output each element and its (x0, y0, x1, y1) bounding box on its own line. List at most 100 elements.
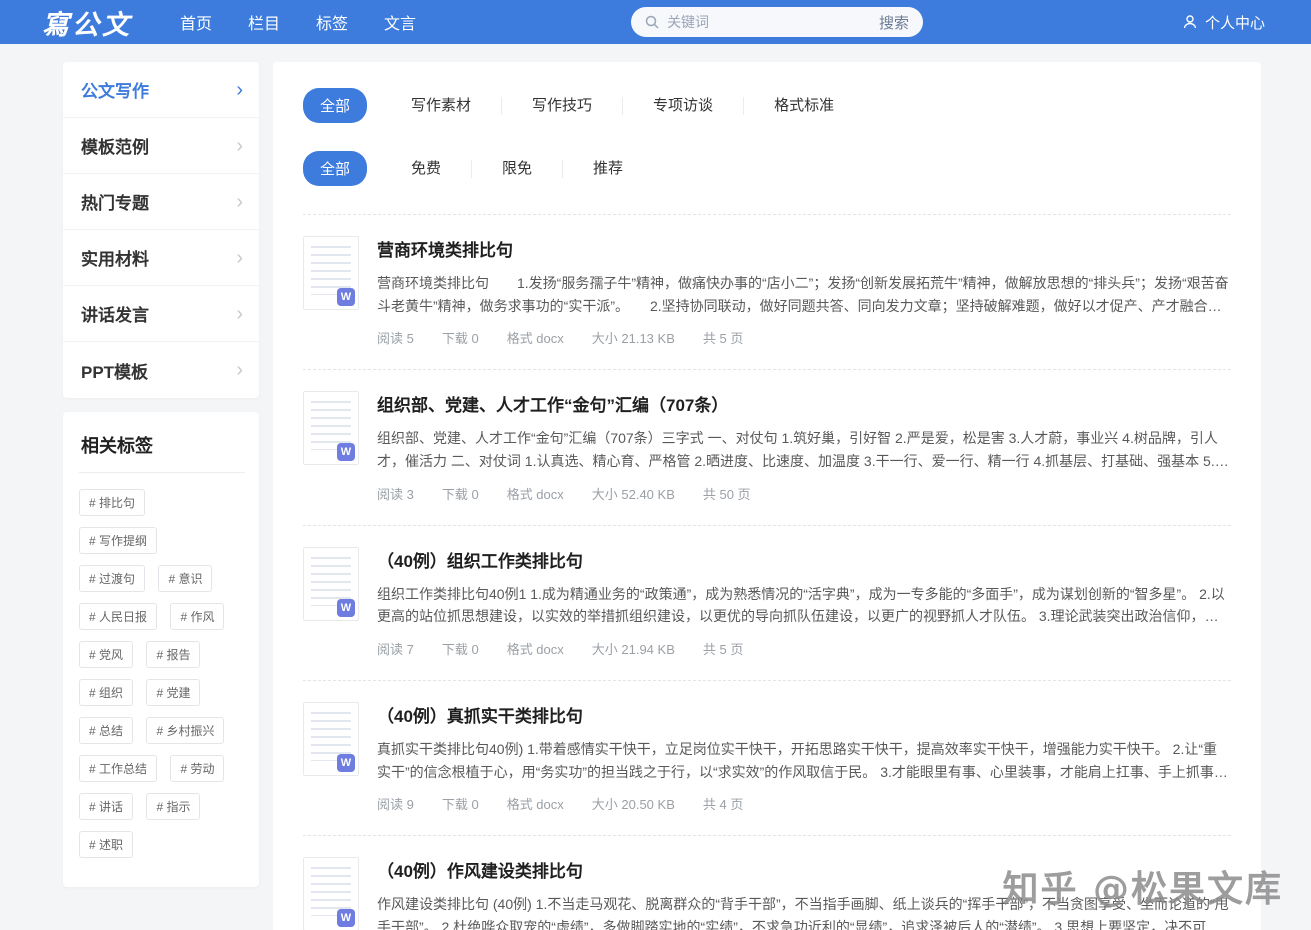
sidebar-item-label: 讲话发言 (81, 306, 149, 325)
sidebar-menu-card: 公文写作 › 模板范例 › 热门专题 › 实用材料 › 讲话发言 › PPT模板… (63, 62, 259, 398)
article-item[interactable]: W （40例）真抓实干类排比句 真抓实干类排比句40例) 1.带着感情实干快干，… (303, 680, 1231, 835)
tag-chip[interactable]: # 党建 (146, 679, 201, 706)
sidebar-item-hot-topics[interactable]: 热门专题 › (63, 174, 259, 230)
filter-category-special-interviews[interactable]: 专项访谈 (622, 96, 743, 115)
sidebar-item-ppt-templates[interactable]: PPT模板 › (63, 342, 259, 398)
related-tags-card: 相关标签 # 排比句 # 写作提纲 # 过渡句 # 意识 # 人民日报 # 作风… (63, 412, 259, 887)
tag-chip[interactable]: # 党风 (79, 641, 134, 668)
meta-downloads: 下载 0 (441, 486, 479, 502)
meta-downloads: 下载 0 (441, 331, 479, 347)
meta-pages: 共 5 页 (702, 331, 744, 347)
chevron-right-icon: › (236, 78, 243, 101)
word-doc-icon: W (337, 443, 355, 462)
article-title[interactable]: 组织部、党建、人才工作“金句”汇编（707条） (377, 391, 1231, 416)
chevron-right-icon: › (236, 246, 243, 269)
article-meta: 阅读 5 下载 0 格式 docx 大小 21.13 KB 共 5 页 (377, 328, 1231, 347)
sidebar-item-practical-materials[interactable]: 实用材料 › (63, 230, 259, 286)
chevron-right-icon: › (236, 134, 243, 157)
doc-thumbnail: W (303, 546, 359, 621)
article-item[interactable]: W （40例）组织工作类排比句 组织工作类排比句40例1 1.成为精通业务的“政… (303, 524, 1231, 680)
tag-chip[interactable]: # 乡村振兴 (146, 717, 225, 744)
article-item[interactable]: W （40例）作风建设类排比句 作风建设类排比句 (40例) 1.不当走马观花、… (303, 835, 1231, 930)
primary-nav: 首页 栏目 标签 文言 (180, 10, 416, 34)
article-meta: 阅读 9 下载 0 格式 docx 大小 20.50 KB 共 4 页 (377, 794, 1231, 813)
meta-reads: 阅读 3 (377, 486, 414, 502)
search-button[interactable]: 搜索 (879, 12, 909, 33)
word-doc-icon: W (337, 288, 355, 306)
filter-type-limited-free[interactable]: 限免 (471, 159, 562, 178)
filter-category-writing-materials[interactable]: 写作素材 (381, 97, 501, 115)
tag-chip[interactable]: # 工作总结 (79, 755, 158, 782)
meta-size: 大小 21.13 KB (591, 331, 675, 347)
tag-chip[interactable]: # 报告 (146, 641, 201, 668)
search-input[interactable] (667, 14, 880, 30)
article-body: （40例）真抓实干类排比句 真抓实干类排比句40例) 1.带着感情实干快干，立足… (377, 702, 1231, 813)
article-excerpt: 组织部、党建、人才工作“金句”汇编（707条）三字式 一、对仗句 1.筑好巢，引… (377, 430, 1229, 470)
search-icon (645, 15, 659, 29)
meta-format: 格式 docx (506, 797, 564, 813)
tag-chip[interactable]: # 排比句 (79, 489, 146, 516)
site-logo[interactable]: 寫公文 (42, 3, 132, 42)
article-body: 营商环境类排比句 营商环境类排比句 1.发扬“服务孺子牛”精神，做痛快办事的“店… (377, 236, 1231, 347)
sidebar-item-templates[interactable]: 模板范例 › (63, 118, 259, 174)
filter-category-all[interactable]: 全部 (303, 88, 368, 123)
related-tags-title: 相关标签 (79, 426, 245, 473)
search-box[interactable]: 搜索 (631, 7, 924, 37)
tag-chip[interactable]: # 写作提纲 (79, 527, 158, 554)
tag-chip[interactable]: # 过渡句 (79, 565, 146, 592)
article-title[interactable]: 营商环境类排比句 (377, 236, 1231, 261)
article-excerpt: 作风建设类排比句 (40例) 1.不当走马观花、脱离群众的“背手干部”，不当指手… (377, 896, 1229, 930)
sidebar-item-speeches[interactable]: 讲话发言 › (63, 286, 259, 342)
tag-chip[interactable]: # 人民日报 (79, 603, 158, 630)
article-item[interactable]: W 营商环境类排比句 营商环境类排比句 1.发扬“服务孺子牛”精神，做痛快办事的… (303, 214, 1231, 369)
meta-pages: 共 4 页 (702, 797, 744, 813)
chevron-right-icon: › (236, 359, 243, 381)
meta-pages: 共 50 页 (702, 486, 751, 502)
word-doc-icon: W (337, 909, 355, 928)
article-item[interactable]: W 组织部、党建、人才工作“金句”汇编（707条） 组织部、党建、人才工作“金句… (303, 369, 1231, 524)
meta-format: 格式 docx (506, 642, 564, 658)
tag-chip[interactable]: # 劳动 (170, 755, 225, 782)
article-body: （40例）作风建设类排比句 作风建设类排比句 (40例) 1.不当走马观花、脱离… (377, 857, 1231, 930)
filter-type-free[interactable]: 免费 (381, 160, 471, 178)
article-title[interactable]: （40例）作风建设类排比句 (377, 857, 1231, 882)
chevron-right-icon: › (236, 190, 243, 213)
meta-pages: 共 5 页 (702, 642, 744, 658)
article-body: （40例）组织工作类排比句 组织工作类排比句40例1 1.成为精通业务的“政策通… (377, 547, 1231, 658)
tag-chip[interactable]: # 述职 (79, 831, 134, 858)
nav-classical[interactable]: 文言 (384, 10, 416, 34)
nav-home[interactable]: 首页 (180, 10, 212, 34)
nav-columns[interactable]: 栏目 (248, 10, 280, 34)
filter-category-format-standards[interactable]: 格式标准 (743, 96, 864, 115)
tag-chip[interactable]: # 指示 (146, 793, 201, 820)
article-title[interactable]: （40例）真抓实干类排比句 (377, 702, 1231, 727)
meta-downloads: 下载 0 (441, 797, 479, 813)
sidebar-item-label: 公文写作 (81, 82, 149, 101)
tag-chip[interactable]: # 作风 (170, 603, 225, 630)
meta-size: 大小 52.40 KB (591, 486, 675, 502)
nav-tags[interactable]: 标签 (316, 10, 348, 34)
sidebar-item-document-writing[interactable]: 公文写作 › (63, 62, 259, 118)
meta-downloads: 下载 0 (441, 642, 479, 658)
meta-format: 格式 docx (506, 486, 564, 502)
tag-chip[interactable]: # 讲话 (79, 793, 134, 820)
sidebar-item-label: 实用材料 (81, 250, 149, 269)
article-meta: 阅读 3 下载 0 格式 docx 大小 52.40 KB 共 50 页 (377, 484, 1231, 503)
article-excerpt: 组织工作类排比句40例1 1.成为精通业务的“政策通”，成为熟悉情况的“活字典”… (377, 585, 1225, 625)
word-doc-icon: W (337, 754, 355, 773)
top-navigation-bar: 寫公文 首页 栏目 标签 文言 搜索 个人中心 (0, 0, 1311, 44)
tag-list: # 排比句 # 写作提纲 # 过渡句 # 意识 # 人民日报 # 作风 # 党风… (79, 489, 245, 869)
tag-chip[interactable]: # 意识 (158, 565, 213, 592)
tag-chip[interactable]: # 总结 (79, 717, 134, 744)
user-center[interactable]: 个人中心 (1182, 12, 1265, 33)
filter-type-all[interactable]: 全部 (303, 151, 368, 186)
chevron-right-icon: › (236, 302, 243, 325)
meta-reads: 阅读 7 (377, 642, 414, 658)
filter-category-writing-skills[interactable]: 写作技巧 (501, 96, 622, 115)
article-body: 组织部、党建、人才工作“金句”汇编（707条） 组织部、党建、人才工作“金句”汇… (377, 391, 1231, 502)
article-excerpt: 营商环境类排比句 1.发扬“服务孺子牛”精神，做痛快办事的“店小二”；发扬“创新… (377, 275, 1229, 314)
sidebar-item-label: PPT模板 (81, 362, 149, 382)
tag-chip[interactable]: # 组织 (79, 679, 134, 706)
article-title[interactable]: （40例）组织工作类排比句 (377, 547, 1231, 572)
filter-type-recommended[interactable]: 推荐 (562, 159, 653, 178)
